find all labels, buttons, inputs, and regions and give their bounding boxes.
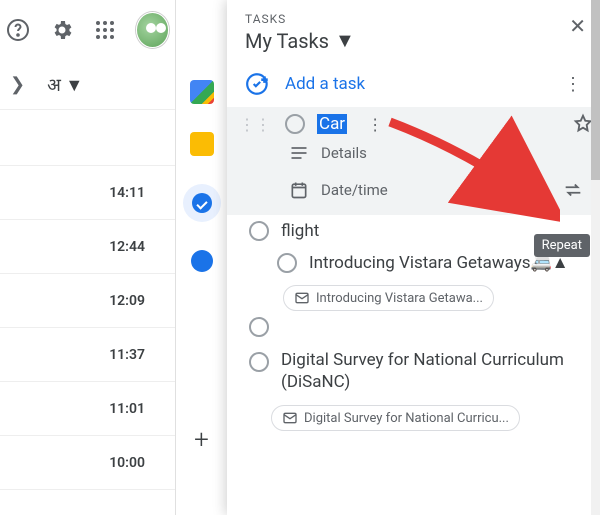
contacts-icon[interactable] [191, 250, 213, 272]
tasks-section-label: TASKS [245, 12, 582, 26]
task-complete-circle[interactable] [249, 352, 269, 372]
email-chip[interactable]: Introducing Vistara Getawa... [283, 285, 494, 311]
gear-icon[interactable] [50, 18, 74, 42]
email-chip[interactable]: Digital Survey for National Curricu... [271, 405, 520, 431]
calendar-small-icon [289, 180, 309, 200]
inbox-row[interactable]: 12:44 [0, 220, 175, 274]
task-complete-circle[interactable] [285, 114, 305, 134]
details-label: Details [321, 144, 367, 162]
repeat-tooltip: Repeat [534, 234, 590, 257]
add-task-button[interactable]: Add a task [285, 74, 365, 94]
task-title: flight [281, 221, 319, 241]
caret-down-icon: ▼ [335, 28, 355, 53]
inbox-row[interactable]: 14:11 [0, 166, 175, 220]
task-title-input[interactable]: Car [317, 114, 347, 134]
more-menu-icon[interactable]: ⋮ [564, 74, 582, 95]
help-icon[interactable] [6, 18, 30, 42]
task-list-name: My Tasks [245, 29, 329, 53]
task-item[interactable] [227, 311, 600, 343]
apps-grid-icon[interactable] [94, 18, 116, 42]
task-complete-circle[interactable] [249, 317, 269, 337]
task-complete-circle[interactable] [277, 253, 297, 273]
inbox-row[interactable]: 10:00 [0, 436, 175, 490]
keep-icon[interactable] [190, 132, 214, 156]
scrollbar[interactable] [591, 0, 600, 515]
subtask-title: Introducing Vistara Getaways🚐▲ [309, 253, 569, 273]
inbox-row[interactable]: 11:37 [0, 328, 175, 382]
task-editing: ⋮⋮ Car ⋮ Details Date/time [227, 107, 600, 215]
task-list-selector[interactable]: My Tasks ▼ [245, 28, 582, 53]
task-details-row[interactable]: Details [279, 135, 594, 171]
task-row-menu-icon[interactable]: ⋮ [359, 115, 391, 134]
task-title: Digital Survey for National Curriculum (… [281, 349, 594, 393]
translate-language[interactable]: अ ▼ [47, 73, 83, 97]
details-icon [289, 143, 309, 163]
chevron-right-icon[interactable]: ❯ [10, 74, 25, 95]
chip-label: Digital Survey for National Curricu... [304, 411, 509, 426]
task-complete-circle[interactable] [249, 221, 269, 241]
drag-handle-icon[interactable]: ⋮⋮ [237, 115, 273, 134]
tasks-app-icon[interactable] [183, 184, 221, 222]
inbox-row[interactable]: 12:09 [0, 274, 175, 328]
side-panel: + [175, 0, 227, 515]
add-addon-icon[interactable]: + [194, 425, 209, 455]
datetime-label: Date/time [321, 181, 388, 199]
avatar[interactable] [136, 12, 169, 48]
repeat-icon[interactable] [562, 179, 584, 201]
task-item[interactable]: Digital Survey for National Curriculum (… [227, 343, 600, 399]
close-icon[interactable]: ✕ [569, 14, 586, 38]
task-datetime-row[interactable]: Date/time [279, 171, 594, 209]
add-task-icon[interactable] [245, 71, 271, 97]
inbox-row[interactable]: 11:01 [0, 382, 175, 436]
tasks-panel: TASKS My Tasks ▼ ✕ Add a task ⋮ ⋮⋮ Car ⋮ [227, 0, 600, 515]
chip-label: Introducing Vistara Getawa... [316, 291, 483, 306]
inbox-time-list: 14:11 12:44 12:09 11:37 11:01 10:00 [0, 165, 175, 490]
calendar-icon[interactable] [190, 80, 214, 104]
